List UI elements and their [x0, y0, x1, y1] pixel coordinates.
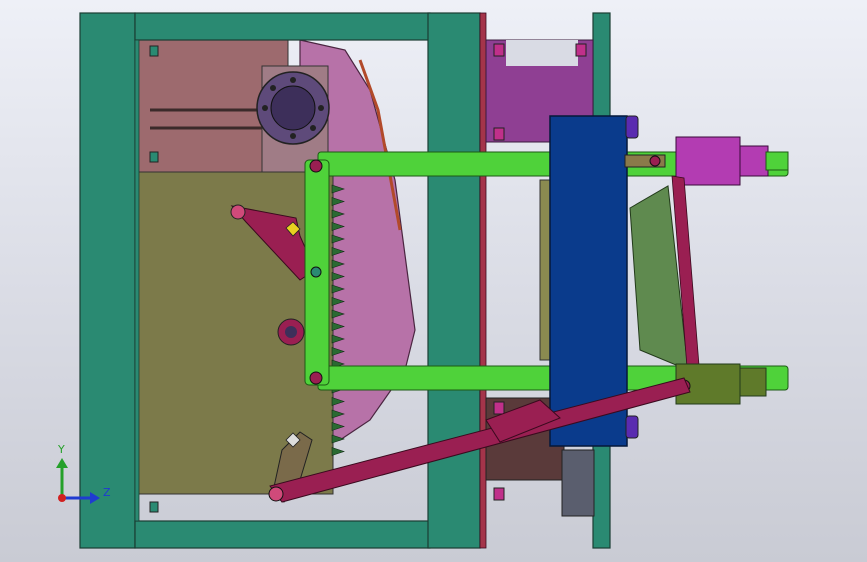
frame-left-post[interactable] [79, 12, 136, 549]
blue-block-bolt [625, 115, 639, 139]
frame-bolt [149, 151, 159, 163]
triad-origin [58, 494, 66, 502]
z-axis-label: Z [103, 486, 111, 499]
link-pivot-top [309, 159, 323, 173]
blue-block-bolt [625, 415, 639, 439]
link-pivot-mid [310, 266, 322, 278]
frame-top-rail[interactable] [134, 12, 431, 41]
lower-bracket-bolt [493, 401, 505, 415]
assembly-model[interactable] [0, 0, 867, 562]
magenta-actuator-body[interactable] [675, 136, 741, 186]
actuator-tip [765, 151, 789, 171]
bracket-bolt [493, 127, 505, 141]
crank-pivot [230, 204, 246, 220]
lower-bracket-bolt [493, 487, 505, 501]
frame-edge-plate [479, 12, 487, 549]
y-axis-label: Y [58, 443, 65, 456]
long-link-pivot [268, 486, 284, 502]
bracket-cutout-top [506, 40, 578, 66]
flange-bolt [262, 105, 268, 111]
frame-bottom-rail[interactable] [134, 520, 431, 549]
link-pivot-bottom [309, 371, 323, 385]
frame-inner-left-strip [134, 39, 140, 522]
actuator-rod-end[interactable] [739, 145, 769, 177]
flange-bolt [318, 105, 324, 111]
motor-flange-hub [270, 85, 316, 131]
flange-bolt [290, 77, 296, 83]
frame-right-post[interactable] [427, 12, 481, 549]
flange-bolt [310, 125, 316, 131]
center-boss-hole [285, 326, 297, 338]
flange-bolt [270, 85, 276, 91]
y-axis-arrow [56, 458, 68, 468]
flange-bolt [290, 133, 296, 139]
lower-actuator-rod [739, 367, 767, 397]
upper-cross-pivot [649, 155, 661, 167]
bracket-bolt [575, 43, 587, 57]
gear-tooth [331, 447, 345, 456]
lower-slider-block[interactable] [561, 449, 595, 517]
frame-bolt [149, 501, 159, 513]
cad-viewport[interactable]: Y Z [0, 0, 867, 562]
frame-bolt [149, 45, 159, 57]
bracket-bolt [493, 43, 505, 57]
